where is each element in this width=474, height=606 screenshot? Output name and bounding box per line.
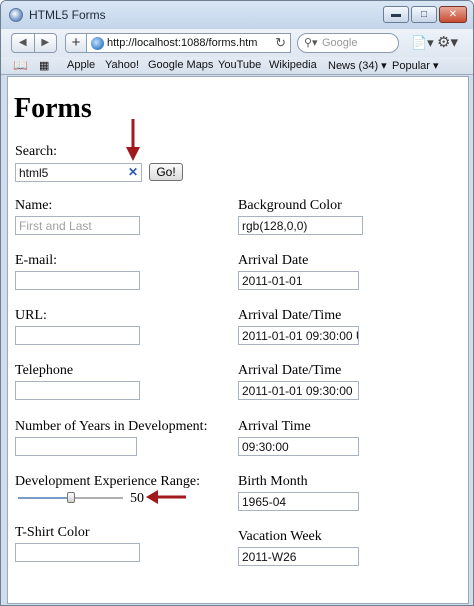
tshirt-color-input[interactable] bbox=[15, 543, 140, 562]
magnifier-icon: ⚲▾ bbox=[304, 37, 318, 49]
annotation-arrow-down bbox=[126, 119, 140, 161]
bookmark-youtube[interactable]: YouTube bbox=[218, 59, 261, 71]
browser-window: HTML5 Forms ▬ □ ✕ ◀ ▶ + http://localhost… bbox=[0, 0, 474, 606]
arrival-date-input[interactable]: 2011-01-01 bbox=[238, 271, 359, 290]
close-button[interactable]: ✕ bbox=[439, 6, 467, 23]
arrival-datetime-label: Arrival Date/Time bbox=[238, 308, 342, 323]
search-input[interactable]: html5 ✕ bbox=[15, 163, 142, 182]
bg-color-label: Background Color bbox=[238, 198, 342, 213]
minimize-button[interactable]: ▬ bbox=[383, 6, 409, 23]
annotation-arrow-left bbox=[146, 490, 186, 504]
back-forward-group: ◀ ▶ bbox=[11, 33, 57, 53]
birth-month-input[interactable]: 1965-04 bbox=[238, 492, 359, 511]
bookmark-news[interactable]: News (34) ▾ bbox=[328, 59, 387, 72]
arrival-time-label: Arrival Time bbox=[238, 419, 311, 434]
safari-app-icon bbox=[9, 8, 23, 22]
tshirt-label: T-Shirt Color bbox=[15, 525, 90, 540]
bookmark-yahoo[interactable]: Yahoo! bbox=[105, 59, 139, 71]
years-label: Number of Years in Development: bbox=[15, 419, 208, 434]
name-label: Name: bbox=[15, 198, 53, 213]
arrival-datetime-local-label: Arrival Date/Time bbox=[238, 363, 342, 378]
address-url[interactable]: http://localhost:1088/forms.htm bbox=[107, 37, 257, 49]
page-menu-icon[interactable]: 📄▾ bbox=[411, 35, 434, 51]
grid-icon[interactable]: ▦ bbox=[39, 59, 49, 72]
maximize-button[interactable]: □ bbox=[411, 6, 437, 23]
window-title: HTML5 Forms bbox=[29, 8, 106, 22]
bg-color-input[interactable]: rgb(128,0,0) bbox=[238, 216, 363, 235]
birth-month-label: Birth Month bbox=[238, 474, 308, 489]
url-label: URL: bbox=[15, 308, 47, 323]
bookmark-popular[interactable]: Popular ▾ bbox=[392, 59, 439, 72]
experience-range-slider[interactable] bbox=[18, 492, 123, 503]
globe-icon bbox=[91, 37, 104, 50]
email-input[interactable] bbox=[15, 271, 140, 290]
name-input[interactable]: First and Last bbox=[15, 216, 140, 235]
search-value: html5 bbox=[19, 166, 49, 180]
telephone-label: Telephone bbox=[15, 363, 74, 378]
vacation-week-input[interactable]: 2011-W26 bbox=[238, 547, 359, 566]
telephone-input[interactable] bbox=[15, 381, 140, 400]
reload-icon[interactable]: ↻ bbox=[275, 35, 286, 51]
clear-search-icon[interactable]: ✕ bbox=[128, 165, 138, 179]
navigation-toolbar: ◀ ▶ + http://localhost:1088/forms.htm ↻ … bbox=[1, 29, 473, 57]
slider-fill bbox=[18, 497, 71, 499]
range-value: 50 bbox=[130, 491, 144, 506]
title-bar: HTML5 Forms ▬ □ ✕ bbox=[1, 1, 473, 29]
bookmark-wikipedia[interactable]: Wikipedia bbox=[269, 59, 317, 71]
bookmarks-bar: 📖 ▦ Apple Yahoo! Google Maps YouTube Wik… bbox=[1, 57, 473, 75]
search-label: Search: bbox=[15, 144, 57, 159]
slider-thumb[interactable] bbox=[66, 492, 75, 503]
page-title: Forms bbox=[14, 93, 92, 124]
back-arrow-icon[interactable]: ◀ bbox=[12, 34, 35, 52]
arrival-date-label: Arrival Date bbox=[238, 253, 309, 268]
go-button[interactable]: Go! bbox=[149, 163, 183, 181]
bookmark-google-maps[interactable]: Google Maps bbox=[148, 59, 213, 71]
book-icon[interactable]: 📖 bbox=[13, 58, 28, 72]
range-label: Development Experience Range: bbox=[15, 474, 201, 489]
gear-icon[interactable]: ⚙▾ bbox=[437, 33, 458, 51]
years-input[interactable] bbox=[15, 437, 137, 456]
arrival-datetime-input[interactable]: 2011-01-01 09:30:00 UT bbox=[238, 326, 359, 345]
vacation-week-label: Vacation Week bbox=[238, 529, 322, 544]
address-bar[interactable]: http://localhost:1088/forms.htm ↻ bbox=[87, 33, 291, 53]
arrival-time-input[interactable]: 09:30:00 bbox=[238, 437, 359, 456]
url-input[interactable] bbox=[15, 326, 140, 345]
page-content: Forms Search: html5 ✕ Go! Name: First an… bbox=[7, 76, 469, 604]
forward-arrow-icon[interactable]: ▶ bbox=[35, 34, 57, 52]
search-field[interactable]: ⚲▾ Google bbox=[297, 33, 399, 53]
add-bookmark-button[interactable]: + bbox=[65, 33, 87, 53]
search-placeholder: Google bbox=[322, 37, 358, 49]
bookmark-apple[interactable]: Apple bbox=[67, 59, 95, 71]
arrival-datetime-local-input[interactable]: 2011-01-01 09:30:00 bbox=[238, 381, 359, 400]
email-label: E-mail: bbox=[15, 253, 57, 268]
